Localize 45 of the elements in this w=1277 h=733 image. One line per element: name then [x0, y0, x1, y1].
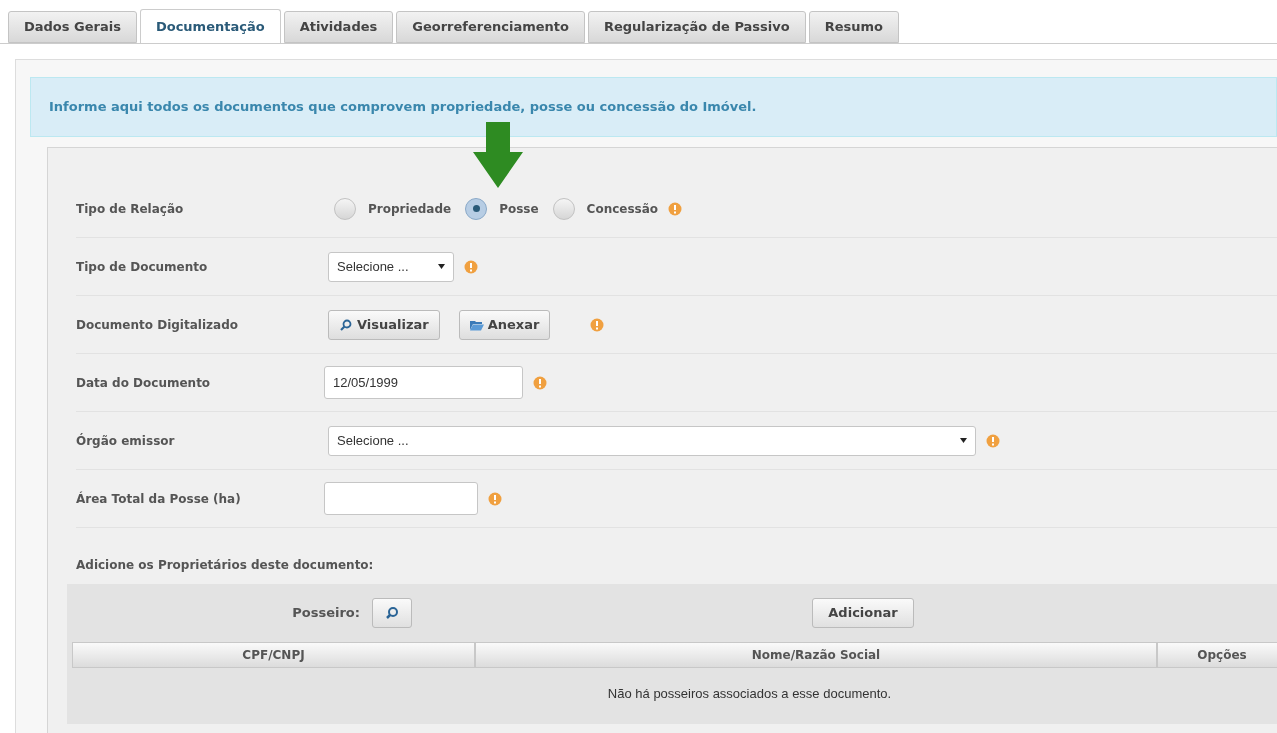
warning-icon [668, 201, 683, 216]
posseiro-label: Posseiro: [291, 604, 361, 623]
caret-icon [960, 438, 967, 443]
caret-icon [438, 264, 445, 269]
dropdown[interactable]: Selecione ... [328, 425, 976, 456]
view-button[interactable]: Visualizar [328, 309, 440, 340]
radio-button[interactable] [465, 197, 488, 220]
tab[interactable]: Dados Gerais [8, 11, 137, 43]
section-heading: Adicione os Proprietários deste documento: [75, 557, 375, 574]
radio-label: Concessão [586, 200, 659, 218]
field-label: Órgão emissor [76, 432, 176, 450]
warning-icon [464, 259, 478, 274]
radio-label: Posse [499, 200, 539, 218]
folder-icon [469, 318, 484, 331]
column-header: Opções [1157, 642, 1277, 668]
warning-icon [590, 317, 605, 332]
text-field[interactable]: 12/05/1999 [324, 366, 523, 399]
search-icon [339, 318, 353, 331]
warning-icon [986, 433, 1000, 448]
attach-button[interactable]: Anexar [458, 309, 551, 340]
tab[interactable]: Regularização de Passivo [587, 11, 806, 43]
info-banner: Informe aqui todos os documentos que comprovem propriedade, posse ou concessão do Imóvel. [30, 77, 1277, 137]
radio-label: Propriedade [368, 200, 452, 218]
radio-button[interactable] [334, 197, 356, 220]
tab[interactable]: Documentação [139, 9, 281, 43]
down-arrow [473, 122, 523, 188]
empty-table-message: Não há posseiros associados a esse documento. [606, 685, 893, 703]
tab[interactable]: Atividades [283, 11, 394, 43]
warning-icon [533, 375, 547, 390]
column-header: CPF/CNPJ [72, 642, 475, 668]
text-field[interactable] [324, 482, 478, 515]
dropdown[interactable]: Selecione ... [328, 251, 454, 282]
field-label: Data do Documento [76, 374, 212, 392]
tab[interactable]: Resumo [808, 11, 899, 43]
field-label: Área Total da Posse (ha) [76, 490, 242, 508]
search-button[interactable] [372, 598, 412, 628]
field-label: Tipo de Documento [76, 258, 209, 276]
search-icon [385, 606, 399, 620]
radio-button[interactable] [552, 197, 575, 220]
field-label: Tipo de Relação [76, 200, 185, 218]
warning-icon [488, 491, 502, 506]
tab[interactable]: Georreferenciamento [396, 11, 585, 43]
field-label: Documento Digitalizado [76, 316, 239, 334]
add-button[interactable]: Adicionar [812, 598, 914, 628]
column-header: Nome/Razão Social [475, 642, 1157, 668]
